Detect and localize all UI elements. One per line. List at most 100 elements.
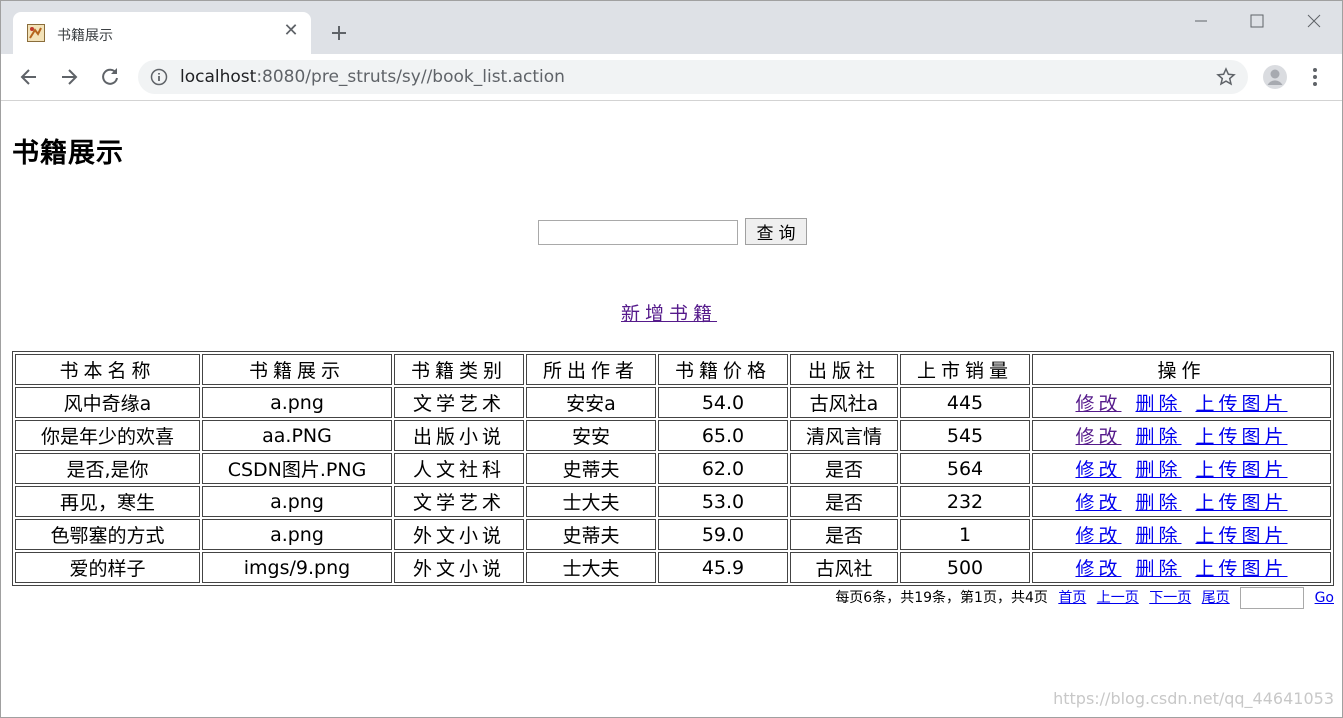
cell-author: 史蒂夫: [526, 519, 656, 550]
table-row: 爱的样子 imgs/9.png 外文小说 士大夫 45.9 古风社 500 修改…: [15, 552, 1331, 583]
cell-price: 54.0: [658, 387, 788, 418]
table-row: 再见，寒生 a.png 文学艺术 士大夫 53.0 是否 232 修改 删除 上传图…: [15, 486, 1331, 517]
cell-price: 59.0: [658, 519, 788, 550]
upload-image-link[interactable]: 上传图片: [1196, 426, 1288, 448]
cell-actions: 修改 删除 上传图片: [1032, 552, 1331, 583]
prev-page-link[interactable]: 上一页: [1097, 590, 1139, 606]
cell-publisher: 是否: [790, 453, 898, 484]
next-page-link[interactable]: 下一页: [1149, 590, 1191, 606]
upload-image-link[interactable]: 上传图片: [1196, 558, 1288, 580]
table-row: 风中奇缘a a.png 文学艺术 安安a 54.0 古风社a 445 修改 删除上…: [15, 387, 1331, 418]
col-header-actions: 操作: [1032, 354, 1331, 385]
cell-price: 45.9: [658, 552, 788, 583]
col-header-sales: 上市销量: [900, 354, 1030, 385]
edit-link[interactable]: 修改: [1075, 459, 1121, 481]
minimize-icon[interactable]: [1187, 7, 1215, 35]
url-path: :8080/pre_struts/sy//book_list.action: [256, 67, 565, 87]
back-icon[interactable]: [17, 65, 41, 89]
forward-icon[interactable]: [57, 65, 81, 89]
table-row: 是否,是你 CSDN图片.PNG 人文社科 史蒂夫 62.0 是否 564 修改…: [15, 453, 1331, 484]
cell-image: aa.PNG: [202, 420, 392, 451]
cell-sales: 1: [900, 519, 1030, 550]
profile-avatar-icon[interactable]: [1262, 64, 1288, 90]
cell-actions: 修改 删除 上传图片: [1032, 387, 1331, 418]
cell-price: 62.0: [658, 453, 788, 484]
col-header-image: 书籍展示: [202, 354, 392, 385]
cell-author: 史蒂夫: [526, 453, 656, 484]
cell-sales: 545: [900, 420, 1030, 451]
cell-name: 你是年少的欢喜: [15, 420, 200, 451]
menu-dots-icon[interactable]: [1305, 66, 1325, 88]
edit-link[interactable]: 修改: [1075, 558, 1121, 580]
cell-sales: 500: [900, 552, 1030, 583]
cell-category: 出版小说: [394, 420, 524, 451]
url-text: localhost:8080/pre_struts/sy//book_list.…: [180, 67, 565, 87]
address-bar[interactable]: localhost:8080/pre_struts/sy//book_list.…: [138, 60, 1248, 94]
cell-image: a.png: [202, 387, 392, 418]
delete-link[interactable]: 删除: [1135, 492, 1181, 514]
cell-author: 士大夫: [526, 486, 656, 517]
cell-name: 再见，寒生: [15, 486, 200, 517]
new-tab-icon[interactable]: [327, 21, 351, 45]
edit-link[interactable]: 修改: [1075, 492, 1121, 514]
watermark: https://blog.csdn.net/qq_44641053: [1053, 689, 1334, 708]
cell-name: 爱的样子: [15, 552, 200, 583]
tab-strip: 书籍展示 ✕: [1, 1, 1342, 54]
cell-price: 53.0: [658, 486, 788, 517]
add-book-link[interactable]: 新增书籍: [621, 299, 717, 326]
reload-icon[interactable]: [98, 65, 122, 89]
table-header-row: 书本名称 书籍展示 书籍类别 所出作者 书籍价格 出版社 上市销量 操作: [15, 354, 1331, 385]
maximize-icon[interactable]: [1243, 7, 1271, 35]
col-header-price: 书籍价格: [658, 354, 788, 385]
table-row: 色鄂塞的方式 a.png 外文小说 史蒂夫 59.0 是否 1 修改 删除 上传图片: [15, 519, 1331, 550]
cell-category: 人文社科: [394, 453, 524, 484]
cell-publisher: 古风社a: [790, 387, 898, 418]
upload-image-link[interactable]: 上传图片: [1196, 492, 1288, 514]
pagination-summary: 每页6条，共19条，第1页，共4页: [835, 590, 1048, 606]
cell-author: 安安a: [526, 387, 656, 418]
cell-name: 是否,是你: [15, 453, 200, 484]
last-page-link[interactable]: 尾页: [1202, 590, 1230, 606]
cell-actions: 修改 删除 上传图片: [1032, 519, 1331, 550]
url-host: localhost: [180, 67, 257, 87]
upload-image-link[interactable]: 上传图片: [1196, 525, 1288, 547]
search-input[interactable]: [538, 220, 738, 245]
browser-toolbar: localhost:8080/pre_struts/sy//book_list.…: [1, 54, 1342, 101]
edit-link[interactable]: 修改: [1075, 525, 1121, 547]
go-link[interactable]: Go: [1315, 590, 1334, 606]
edit-link[interactable]: 修改: [1075, 393, 1121, 415]
delete-link[interactable]: 删除: [1135, 426, 1181, 448]
cell-actions: 修改 删除 上传图片: [1032, 486, 1331, 517]
delete-link[interactable]: 删除: [1135, 393, 1181, 415]
col-header-publisher: 出版社: [790, 354, 898, 385]
page-content: 书籍展示 查询 新增书籍 书本名称 书籍展示 书籍类别 所出作者 书籍价格 出版…: [1, 101, 1342, 717]
search-button[interactable]: 查询: [745, 218, 807, 245]
upload-image-link[interactable]: 上传图片: [1196, 393, 1288, 415]
col-header-author: 所出作者: [526, 354, 656, 385]
upload-image-link[interactable]: 上传图片: [1196, 459, 1288, 481]
cell-author: 士大夫: [526, 552, 656, 583]
cell-image: a.png: [202, 519, 392, 550]
cell-actions: 修改 删除 上传图片: [1032, 453, 1331, 484]
cell-category: 文学艺术: [394, 387, 524, 418]
cell-sales: 445: [900, 387, 1030, 418]
first-page-link[interactable]: 首页: [1058, 590, 1086, 606]
delete-link[interactable]: 删除: [1135, 525, 1181, 547]
cell-publisher: 是否: [790, 486, 898, 517]
cell-actions: 修改 删除 上传图片: [1032, 420, 1331, 451]
browser-tab[interactable]: 书籍展示 ✕: [13, 12, 311, 54]
info-icon[interactable]: [150, 68, 168, 86]
page-title: 书籍展示: [12, 138, 124, 169]
cell-sales: 232: [900, 486, 1030, 517]
edit-link[interactable]: 修改: [1075, 426, 1121, 448]
cell-publisher: 清风言情: [790, 420, 898, 451]
delete-link[interactable]: 删除: [1135, 459, 1181, 481]
close-window-icon[interactable]: [1300, 7, 1328, 35]
tab-close-icon[interactable]: ✕: [281, 21, 301, 41]
delete-link[interactable]: 删除: [1135, 558, 1181, 580]
cell-publisher: 古风社: [790, 552, 898, 583]
favicon-icon: [27, 24, 45, 42]
page-number-input[interactable]: [1240, 587, 1305, 609]
bookmark-star-icon[interactable]: [1216, 67, 1236, 87]
cell-category: 外文小说: [394, 519, 524, 550]
